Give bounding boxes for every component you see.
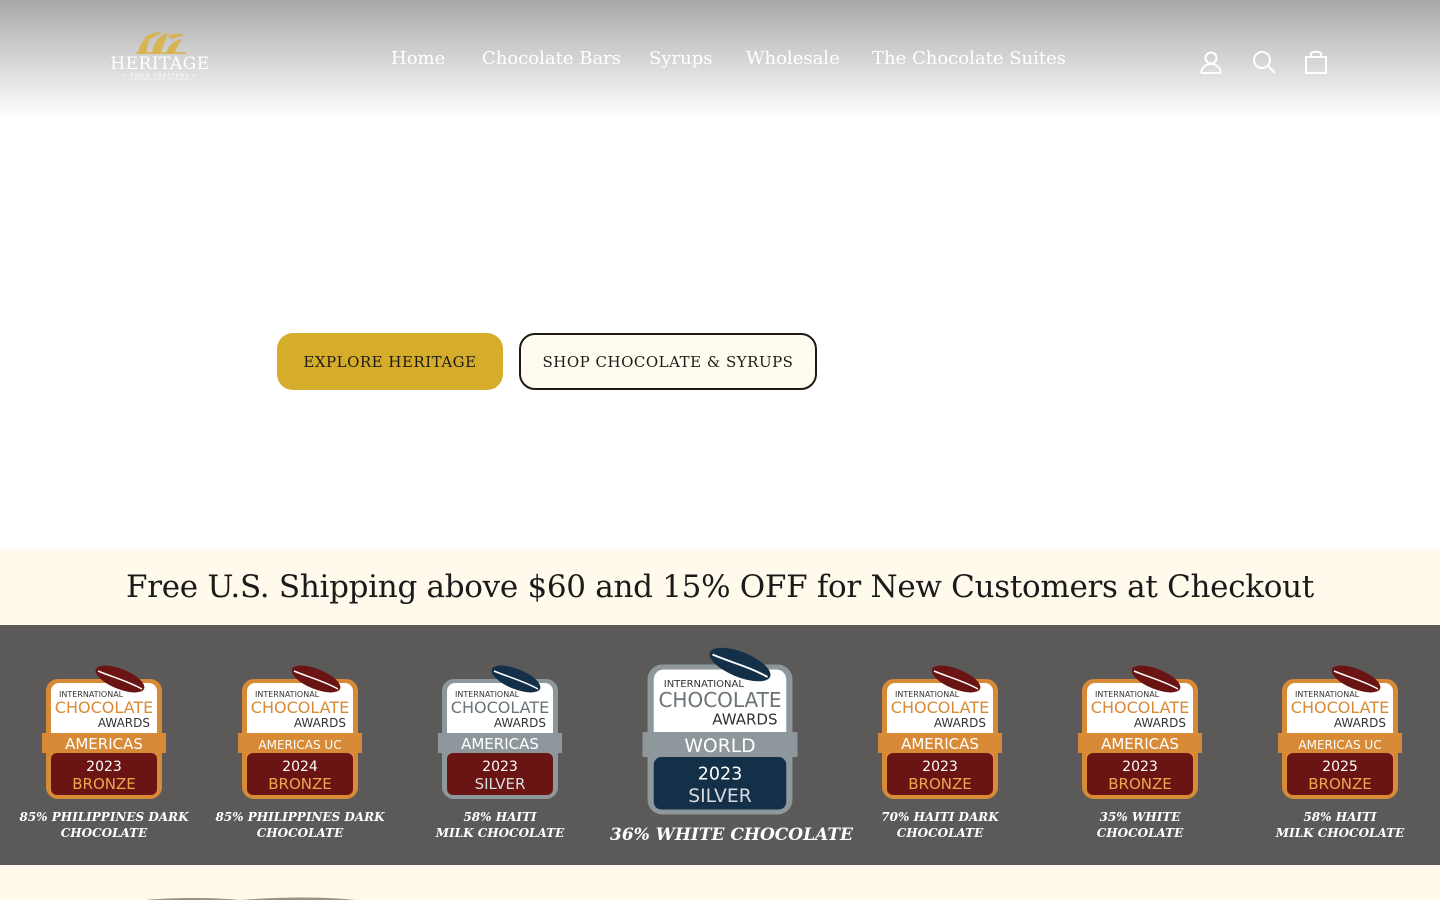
- award-subtitle-line: AWARDS: [294, 716, 346, 730]
- award-item: INTERNATIONAL CHOCOLATE AWARDS AMERICAS 2023…: [390, 625, 610, 865]
- award-medal: BRONZE: [72, 775, 136, 793]
- award-caption: 85% PHILIPPINES DARK CHOCOLATE: [0, 809, 214, 841]
- award-badge: INTERNATIONALCHOCOLATEAWARDSAMERICAS2023…: [438, 665, 562, 799]
- award-caption-line: CHOCOLATE: [60, 826, 148, 840]
- award-item: INTERNATIONAL CHOCOLATE AWARDS AMERICAS UC 2…: [1230, 625, 1440, 865]
- nav-home[interactable]: Home: [391, 48, 445, 69]
- promo-text: Free U.S. Shipping above $60 and 15% OFF…: [126, 569, 1314, 605]
- award-badge: INTERNATIONALCHOCOLATEAWARDSAMERICAS UC2…: [1278, 665, 1402, 799]
- award-subtitle-line: AWARDS: [712, 711, 777, 729]
- award-region: AMERICAS: [901, 735, 979, 753]
- award-subtitle-line: AWARDS: [1134, 716, 1186, 730]
- award-caption-line: MILK CHOCOLATE: [435, 826, 565, 840]
- award-title-line: CHOCOLATE: [891, 698, 989, 717]
- award-region: AMERICAS: [461, 735, 539, 753]
- award-medal: SILVER: [688, 786, 752, 807]
- nav-chocolate-bars[interactable]: Chocolate Bars: [482, 48, 621, 69]
- shop-chocolate-syrups-button[interactable]: SHOP CHOCOLATE & SYRUPS: [519, 333, 817, 390]
- award-region: AMERICAS: [1101, 735, 1179, 753]
- awards-band: INTERNATIONAL CHOCOLATE AWARDS AMERICAS 2023…: [0, 625, 1440, 865]
- award-caption-line: 58% HAITI: [1303, 810, 1377, 824]
- explore-heritage-button[interactable]: EXPLORE HERITAGE: [277, 333, 503, 390]
- award-medal: BRONZE: [908, 775, 972, 793]
- award-region: AMERICAS UC: [1298, 738, 1381, 752]
- award-medal: BRONZE: [1108, 775, 1172, 793]
- award-title-line: CHOCOLATE: [1291, 698, 1389, 717]
- nav-chocolate-suites[interactable]: The Chocolate Suites: [872, 48, 1066, 69]
- award-subtitle-line: AWARDS: [1334, 716, 1386, 730]
- award-caption-line: CHOCOLATE: [256, 826, 344, 840]
- award-region: AMERICAS UC: [258, 738, 341, 752]
- award-year: 2023: [922, 759, 958, 775]
- award-subtitle-line: AWARDS: [494, 716, 546, 730]
- award-caption-line: 58% HAITI: [463, 810, 537, 824]
- section-decoration: [145, 897, 355, 900]
- award-title-line: CHOCOLATE: [55, 698, 153, 717]
- nav-syrups[interactable]: Syrups: [649, 48, 712, 69]
- award-year: 2024: [282, 759, 318, 775]
- award-caption-line: 85% PHILIPPINES DARK: [19, 810, 189, 824]
- award-caption-line: 70% HAITI DARK: [881, 810, 999, 824]
- award-year: 2023: [698, 765, 743, 785]
- nav-wholesale[interactable]: Wholesale: [746, 48, 840, 69]
- award-badge: INTERNATIONALCHOCOLATEAWARDSAMERICAS UC2…: [238, 665, 362, 799]
- search-icon[interactable]: [1250, 48, 1278, 76]
- next-section: [0, 865, 1440, 900]
- award-caption-line: 35% WHITE: [1099, 810, 1181, 824]
- award-medal: BRONZE: [268, 775, 332, 793]
- award-year: 2023: [1122, 759, 1158, 775]
- award-caption: 70% HAITI DARK CHOCOLATE: [830, 809, 1050, 841]
- promo-banner: Free U.S. Shipping above $60 and 15% OFF…: [0, 549, 1440, 625]
- award-caption: 85% PHILIPPINES DARK CHOCOLATE: [190, 809, 410, 841]
- award-badge: INTERNATIONALCHOCOLATEAWARDSAMERICAS2023…: [878, 665, 1002, 799]
- award-title-line: CHOCOLATE: [658, 688, 781, 712]
- award-caption-line: CHOCOLATE: [1096, 826, 1184, 840]
- award-caption-line: CHOCOLATE: [896, 826, 984, 840]
- award-title-line: CHOCOLATE: [1091, 698, 1189, 717]
- award-badge: INTERNATIONALCHOCOLATEAWARDSAMERICAS2023…: [1078, 665, 1202, 799]
- award-caption: 35% WHITE CHOCOLATE: [1030, 809, 1250, 841]
- award-medal: SILVER: [475, 775, 526, 793]
- site-header: HERITAGE • FOOD CRAFTERS • Home Chocolat…: [0, 0, 1440, 120]
- award-year: 2023: [482, 759, 518, 775]
- award-item: INTERNATIONAL CHOCOLATE AWARDS AMERICAS 2023…: [1030, 625, 1250, 865]
- award-item: INTERNATIONAL CHOCOLATE AWARDS AMERICAS UC 2…: [190, 625, 410, 865]
- award-item: INTERNATIONAL CHOCOLATE AWARDS AMERICAS 2023…: [0, 625, 214, 865]
- award-item: INTERNATIONAL CHOCOLATE AWARDS WORLD 2023 SIL…: [610, 625, 853, 865]
- award-caption-line: 85% PHILIPPINES DARK: [215, 810, 385, 824]
- award-subtitle-line: AWARDS: [934, 716, 986, 730]
- award-caption-line: 36% WHITE CHOCOLATE: [610, 825, 853, 845]
- award-caption: 58% HAITI MILK CHOCOLATE: [390, 809, 610, 841]
- award-badge: INTERNATIONALCHOCOLATEAWARDSWORLD2023SIL…: [642, 647, 798, 815]
- award-item: INTERNATIONAL CHOCOLATE AWARDS AMERICAS 2023…: [830, 625, 1050, 865]
- award-region: WORLD: [684, 736, 755, 757]
- award-caption-line: MILK CHOCOLATE: [1275, 826, 1405, 840]
- award-caption: 36% WHITE CHOCOLATE: [610, 825, 853, 845]
- award-year: 2025: [1322, 759, 1358, 775]
- award-medal: BRONZE: [1308, 775, 1372, 793]
- award-caption: 58% HAITI MILK CHOCOLATE: [1230, 809, 1440, 841]
- award-title-line: CHOCOLATE: [251, 698, 349, 717]
- award-title-line: CHOCOLATE: [451, 698, 549, 717]
- award-region: AMERICAS: [65, 735, 143, 753]
- cart-icon[interactable]: [1302, 48, 1330, 76]
- award-year: 2023: [86, 759, 122, 775]
- account-icon[interactable]: [1197, 48, 1225, 76]
- award-subtitle-line: AWARDS: [98, 716, 150, 730]
- award-badge: INTERNATIONALCHOCOLATEAWARDSAMERICAS2023…: [42, 665, 166, 799]
